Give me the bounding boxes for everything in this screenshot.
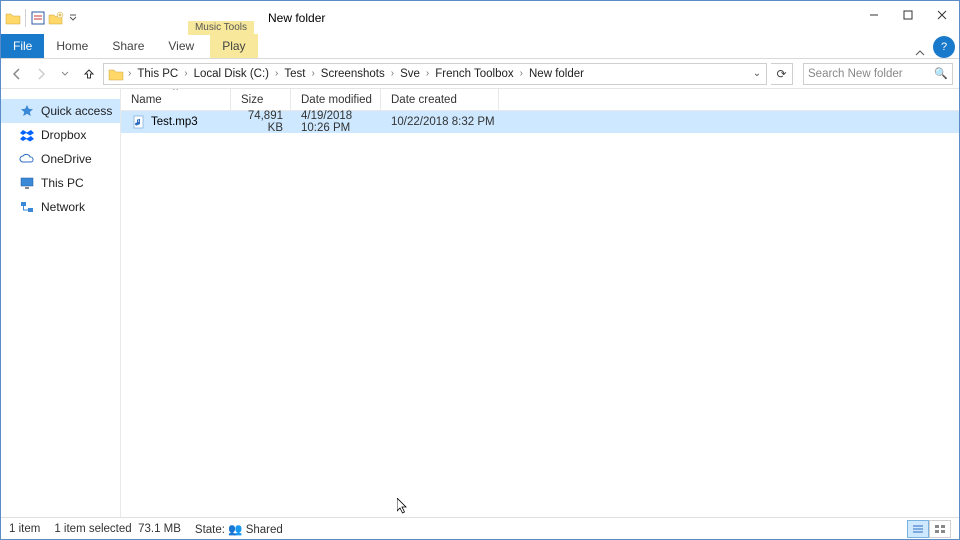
nav-quick-access[interactable]: Quick access [1,99,120,123]
details-view-button[interactable] [907,520,929,538]
nav-label: Dropbox [41,128,86,142]
nav-bar: › This PC › Local Disk (C:) › Test › Scr… [1,59,959,89]
cell-name: Test.mp3 [121,114,231,130]
chevron-right-icon[interactable]: › [126,68,133,79]
nav-label: OneDrive [41,152,92,166]
explorer-window: Music Tools New folder File Home Share V… [0,0,960,540]
recent-locations-button[interactable] [55,63,75,85]
column-headers: ˄ Name Size Date modified Date created [121,89,959,111]
cloud-icon [19,151,35,167]
back-button[interactable] [7,63,27,85]
address-dropdown[interactable]: ⌄ [748,68,766,79]
chevron-right-icon[interactable]: › [273,68,280,79]
search-box[interactable]: 🔍 [803,63,953,85]
status-state: State: 👥 Shared [195,522,283,536]
search-input[interactable] [808,68,948,80]
forward-button[interactable] [31,63,51,85]
chevron-right-icon[interactable]: › [518,68,525,79]
folder-icon [108,66,126,82]
nav-label: Network [41,200,85,214]
column-size[interactable]: Size [231,89,291,110]
nav-this-pc[interactable]: This PC [1,171,120,195]
breadcrumb-item[interactable]: Local Disk (C:) [190,68,273,80]
quick-access-toolbar [1,1,78,35]
file-list[interactable]: Test.mp3 74,891 KB 4/19/2018 10:26 PM 10… [121,111,959,517]
context-caption: Music Tools [188,21,254,35]
body: Quick access Dropbox OneDrive This PC Ne… [1,89,959,517]
breadcrumb-item[interactable]: This PC [133,68,182,80]
chevron-right-icon[interactable]: › [389,68,396,79]
address-bar[interactable]: › This PC › Local Disk (C:) › Test › Scr… [103,63,767,85]
file-name: Test.mp3 [151,116,198,128]
nav-network[interactable]: Network [1,195,120,219]
column-modified[interactable]: Date modified [291,89,381,110]
selection-extent [499,111,629,133]
window-title: New folder [254,1,325,35]
close-button[interactable] [925,1,959,29]
column-created[interactable]: Date created [381,89,499,110]
people-icon: 👥 [228,524,242,536]
status-item-count: 1 item [9,523,40,535]
window-controls [857,1,959,35]
status-selection: 1 item selected 73.1 MB [54,523,181,535]
star-icon [19,103,35,119]
chevron-right-icon[interactable]: › [424,68,431,79]
context-tab-group: Music Tools [188,1,254,35]
qat-dropdown-icon[interactable] [68,10,78,26]
tab-home[interactable]: Home [44,34,100,58]
breadcrumb-item[interactable]: Test [280,68,309,80]
content-pane: ˄ Name Size Date modified Date created T… [121,89,959,517]
column-label: Date modified [301,94,372,106]
thumbnails-view-button[interactable] [929,520,951,538]
breadcrumb-item[interactable]: French Toolbox [431,68,517,80]
nav-label: This PC [41,176,84,190]
dropbox-icon [19,127,35,143]
search-icon: 🔍 [934,67,948,80]
file-row[interactable]: Test.mp3 74,891 KB 4/19/2018 10:26 PM 10… [121,111,959,133]
breadcrumb-item[interactable]: New folder [525,68,588,80]
chevron-right-icon[interactable]: › [182,68,189,79]
maximize-button[interactable] [891,1,925,29]
properties-icon[interactable] [30,10,46,26]
column-label: Name [131,94,162,106]
sort-asc-icon: ˄ [173,89,178,93]
up-button[interactable] [79,63,99,85]
nav-dropbox[interactable]: Dropbox [1,123,120,147]
folder-icon [5,10,21,26]
help-button[interactable]: ? [933,36,955,58]
minimize-button[interactable] [857,1,891,29]
tab-view[interactable]: View [156,34,206,58]
ribbon-tabs: File Home Share View Play ? [1,35,959,59]
cell-size: 74,891 KB [231,110,291,134]
column-name[interactable]: ˄ Name [121,89,231,110]
tab-file[interactable]: File [1,34,44,58]
cell-modified: 4/19/2018 10:26 PM [291,110,381,134]
monitor-icon [19,175,35,191]
chevron-right-icon[interactable]: › [309,68,316,79]
navigation-pane: Quick access Dropbox OneDrive This PC Ne… [1,89,121,517]
tab-share[interactable]: Share [100,34,156,58]
cell-created: 10/22/2018 8:32 PM [381,116,499,128]
breadcrumb-item[interactable]: Screenshots [317,68,389,80]
title-bar: Music Tools New folder [1,1,959,35]
separator [25,9,26,27]
status-bar: 1 item 1 item selected 73.1 MB State: 👥 … [1,517,959,539]
column-label: Size [241,94,263,106]
column-label: Date created [391,94,457,106]
network-icon [19,199,35,215]
nav-label: Quick access [41,104,112,118]
refresh-button[interactable]: ⟳ [771,63,793,85]
new-folder-icon[interactable] [48,10,64,26]
nav-onedrive[interactable]: OneDrive [1,147,120,171]
tab-play[interactable]: Play [210,34,257,58]
view-toggle [907,520,951,538]
audio-file-icon [131,114,147,130]
breadcrumb-item[interactable]: Sve [396,68,424,80]
ribbon-expand-icon[interactable] [907,48,933,58]
